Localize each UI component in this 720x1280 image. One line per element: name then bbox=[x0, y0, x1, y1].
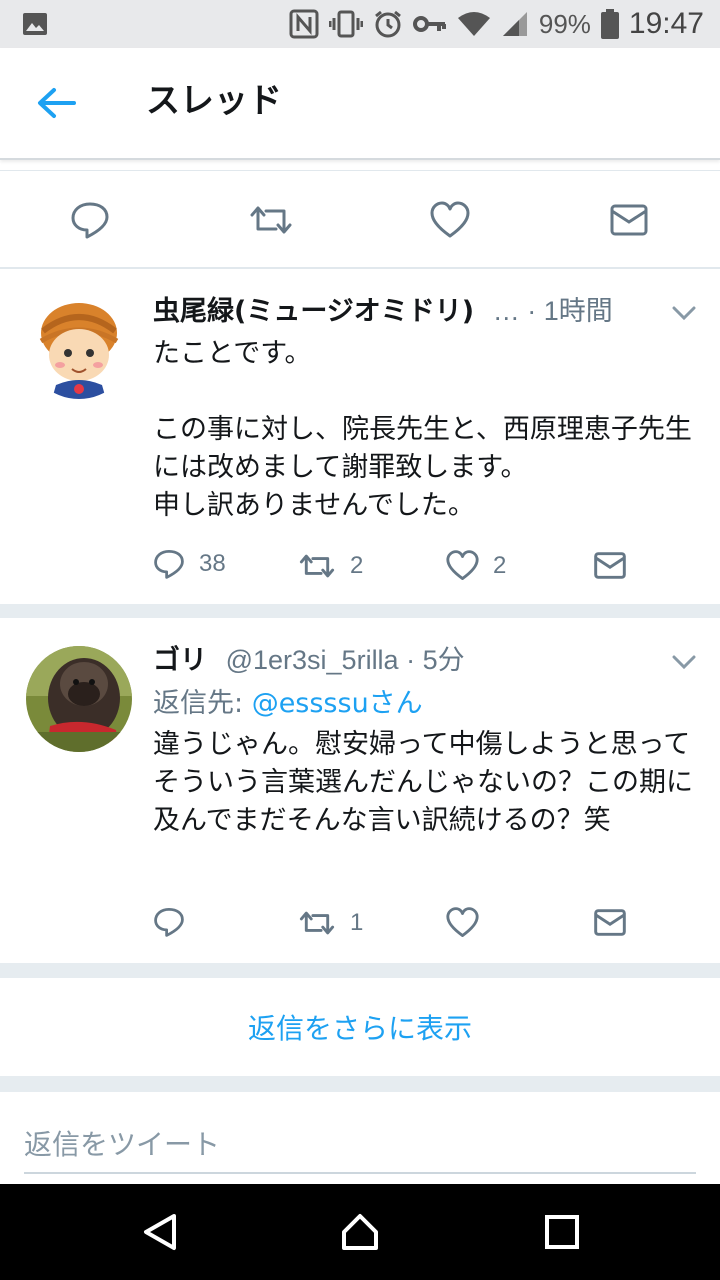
avatar[interactable] bbox=[26, 293, 132, 399]
home-icon bbox=[342, 1214, 378, 1250]
key-icon bbox=[412, 13, 447, 35]
divider bbox=[0, 1076, 720, 1092]
reply-icon bbox=[71, 202, 109, 239]
show-more-replies-label: 返信をさらに表示 bbox=[247, 1012, 472, 1045]
retweet-icon bbox=[299, 554, 335, 578]
page-title: スレッド bbox=[146, 81, 282, 121]
battery-icon bbox=[600, 9, 619, 39]
signal-icon bbox=[501, 10, 529, 38]
nav-recents-button[interactable] bbox=[542, 1212, 582, 1252]
arrow-left-icon bbox=[38, 88, 76, 118]
retweet-icon bbox=[250, 206, 292, 234]
chevron-down-icon[interactable] bbox=[672, 305, 696, 321]
dm-icon bbox=[610, 204, 648, 236]
reply-to-line: 返信先: @essssuさん bbox=[153, 686, 423, 722]
tweet-meta: … · 1時間 bbox=[492, 296, 613, 326]
alarm-icon bbox=[373, 9, 403, 39]
dm-button[interactable] bbox=[610, 204, 648, 236]
like-icon bbox=[446, 550, 479, 580]
reply-count: 38 bbox=[199, 550, 226, 577]
retweet-count: 1 bbox=[350, 909, 364, 936]
tweet-meta: @1er3si_5rilla · 5分 bbox=[225, 645, 465, 675]
like-icon bbox=[430, 201, 470, 238]
triangle-back-icon bbox=[144, 1214, 176, 1250]
reply-tweet-input[interactable] bbox=[24, 1116, 696, 1174]
like-button[interactable] bbox=[446, 907, 493, 938]
dm-icon bbox=[594, 552, 626, 579]
back-button[interactable] bbox=[36, 86, 76, 120]
reply-button[interactable] bbox=[70, 201, 110, 239]
dm-icon bbox=[594, 909, 626, 936]
nav-home-button[interactable] bbox=[340, 1212, 380, 1252]
tweet-author-name[interactable]: 虫尾緑(ミュージオミドリ) bbox=[153, 296, 474, 327]
retweet-icon bbox=[299, 911, 335, 935]
retweet-button[interactable]: 2 bbox=[298, 552, 363, 580]
reply-icon bbox=[154, 549, 184, 579]
tweet-body: たことです。 この事に対し、院長先生と、西原理恵子先生には改めまして謝罪致します… bbox=[153, 338, 692, 521]
retweet-button[interactable] bbox=[248, 203, 294, 237]
retweet-count: 2 bbox=[350, 552, 364, 579]
chevron-down-icon[interactable] bbox=[672, 654, 696, 670]
reply-button[interactable] bbox=[153, 907, 199, 937]
battery-percent: 99% bbox=[538, 8, 591, 39]
dm-button[interactable] bbox=[594, 552, 626, 579]
reply-to-handle[interactable]: @essssuさん bbox=[252, 688, 423, 719]
like-count: 2 bbox=[493, 551, 507, 579]
reply-compose bbox=[0, 1092, 720, 1184]
divider bbox=[0, 963, 720, 978]
tweet[interactable]: 虫尾緑(ミュージオミドリ) … · 1時間 たことです。 この事に対し、院長先生… bbox=[0, 269, 720, 604]
avatar[interactable] bbox=[26, 646, 132, 752]
reply-button[interactable]: 38 bbox=[153, 549, 226, 579]
system-nav-bar bbox=[0, 1184, 720, 1280]
status-bar: 99% 19:47 bbox=[0, 0, 720, 48]
tweet[interactable]: ゴリ @1er3si_5rilla · 5分 返信先: @essssuさん 違う… bbox=[0, 618, 720, 963]
retweet-button[interactable]: 1 bbox=[298, 909, 363, 937]
tweet-body: 違うじゃん。慰安婦って中傷しようと思ってそういう言葉選んだんじゃないの？この期に… bbox=[153, 729, 693, 836]
nav-back-button[interactable] bbox=[140, 1212, 180, 1252]
vibrate-icon bbox=[328, 10, 363, 38]
reply-icon bbox=[154, 907, 184, 937]
like-button[interactable]: 2 bbox=[446, 550, 506, 581]
wifi-icon bbox=[457, 10, 491, 38]
like-icon bbox=[446, 907, 479, 937]
clock: 19:47 bbox=[628, 7, 704, 40]
square-recents-icon bbox=[545, 1215, 579, 1249]
divider bbox=[0, 604, 720, 618]
nfc-icon bbox=[289, 9, 319, 39]
reply-to-prefix: 返信先: bbox=[153, 688, 252, 719]
main-tweet-actions bbox=[0, 170, 720, 268]
tweet-author-name[interactable]: ゴリ bbox=[153, 645, 207, 676]
image-icon bbox=[22, 12, 48, 36]
app-bar: スレッド bbox=[0, 48, 720, 160]
dm-button[interactable] bbox=[594, 909, 626, 936]
like-button[interactable] bbox=[430, 201, 470, 239]
show-more-replies-button[interactable]: 返信をさらに表示 bbox=[0, 978, 720, 1076]
